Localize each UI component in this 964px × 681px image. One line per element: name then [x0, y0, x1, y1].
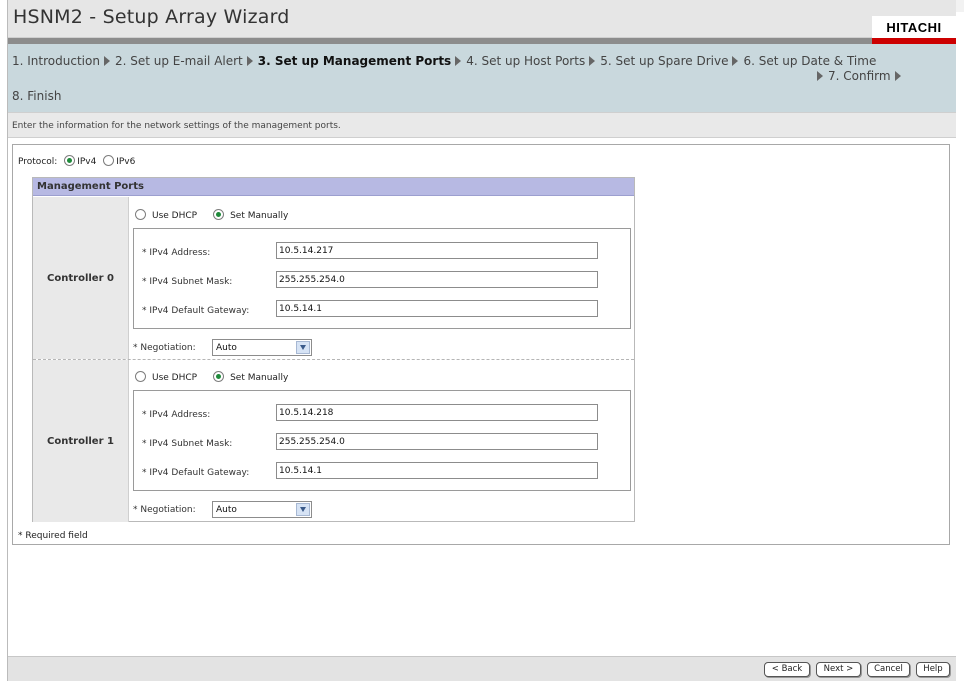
protocol-ipv6-label: IPv6: [116, 157, 136, 167]
chevron-down-icon[interactable]: [296, 503, 310, 516]
controller-1-subnet-label: * IPv4 Subnet Mask:: [142, 439, 233, 449]
content-panel: Protocol: IPv4 IPv6 Management Ports Con…: [12, 144, 950, 545]
controller-0-manual-radio[interactable]: [213, 209, 225, 220]
controller-0-label: Controller 0: [33, 197, 129, 359]
management-ports-header: Management Ports: [33, 178, 634, 196]
wizard-window: HSNM2 - Setup Array Wizard HITACHI 1. In…: [8, 0, 964, 681]
step-arrow-icon: [455, 56, 462, 66]
controller-0-gateway-input[interactable]: 10.5.14.1: [276, 300, 598, 317]
controller-1-manual-radio[interactable]: [213, 371, 225, 382]
controller-0-address-input[interactable]: 10.5.14.217: [276, 242, 598, 259]
controller-1-subnet-input[interactable]: 255.255.254.0: [276, 433, 598, 450]
step-management-ports: 3. Set up Management Ports: [257, 54, 452, 68]
controller-1-negotiation-label: * Negotiation:: [133, 505, 196, 515]
controller-0-mode-row: Use DHCP Set Manually: [135, 209, 288, 221]
chevron-down-icon[interactable]: [296, 341, 310, 354]
title-bar: HSNM2 - Setup Array Wizard: [8, 0, 956, 38]
controller-0-negotiation-select[interactable]: Auto: [212, 339, 312, 356]
controller-1-ip-box: * IPv4 Address: 10.5.14.218 * IPv4 Subne…: [133, 390, 631, 491]
required-field-note: * Required field: [18, 531, 88, 541]
steps-line-1b: 7. Confirm: [813, 69, 906, 83]
steps-line-2: 8. Finish: [12, 89, 61, 103]
instruction-text: Enter the information for the network se…: [8, 112, 956, 138]
wizard-steps: 1. Introduction 2. Set up E-mail Alert 3. …: [8, 44, 956, 112]
controller-0-address-label: * IPv4 Address:: [142, 248, 211, 258]
controller-0-negotiation-value: Auto: [216, 343, 237, 353]
window-title: HSNM2 - Setup Array Wizard: [13, 6, 290, 28]
step-date-time: 6. Set up Date & Time: [743, 54, 877, 68]
step-arrow-icon: [732, 56, 739, 66]
protocol-row: Protocol: IPv4 IPv6: [18, 155, 135, 167]
controller-0-subnet-label: * IPv4 Subnet Mask:: [142, 277, 233, 287]
step-confirm: 7. Confirm: [828, 69, 891, 83]
protocol-ipv4-label: IPv4: [77, 157, 97, 167]
controller-1-negotiation-value: Auto: [216, 505, 237, 515]
step-arrow-icon: [103, 56, 110, 66]
next-button[interactable]: Next >: [816, 662, 861, 677]
step-spare-drive: 5. Set up Spare Drive: [600, 54, 729, 68]
controller-1-negotiation-select[interactable]: Auto: [212, 501, 312, 518]
step-email-alert: 2. Set up E-mail Alert: [114, 54, 243, 68]
step-arrow-icon: [817, 71, 823, 81]
controller-1-gateway-label: * IPv4 Default Gateway:: [142, 468, 250, 478]
controller-0-negotiation-label: * Negotiation:: [133, 343, 196, 353]
protocol-ipv6-radio[interactable]: [103, 155, 115, 166]
step-arrow-icon: [894, 71, 901, 81]
controller-1-dhcp-radio[interactable]: [135, 371, 146, 382]
cancel-button[interactable]: Cancel: [867, 662, 910, 677]
button-bar: < Back Next > Cancel Help: [8, 656, 956, 681]
controller-1-label: Controller 1: [33, 360, 129, 522]
steps-line-1: 1. Introduction 2. Set up E-mail Alert 3. …: [12, 54, 876, 68]
controller-1-address-input[interactable]: 10.5.14.218: [276, 404, 598, 421]
step-arrow-icon: [246, 56, 253, 66]
controller-0-gateway-label: * IPv4 Default Gateway:: [142, 306, 250, 316]
controller-0-ip-box: * IPv4 Address: 10.5.14.217 * IPv4 Subne…: [133, 228, 631, 329]
management-ports-table: Management Ports Controller 0 Use DHCP Se…: [32, 177, 635, 522]
step-introduction: 1. Introduction: [12, 54, 100, 68]
protocol-label: Protocol:: [18, 157, 58, 167]
controller-0-subnet-input[interactable]: 255.255.254.0: [276, 271, 598, 288]
step-host-ports: 4. Set up Host Ports: [466, 54, 586, 68]
controller-0-dhcp-label: Use DHCP: [152, 211, 198, 221]
controller-1-mode-row: Use DHCP Set Manually: [135, 371, 288, 383]
protocol-ipv4-radio[interactable]: [64, 155, 76, 166]
controller-1-negotiation-row: * Negotiation: Auto: [133, 501, 312, 518]
controller-0-negotiation-row: * Negotiation: Auto: [133, 339, 312, 356]
controller-1-dhcp-label: Use DHCP: [152, 373, 198, 383]
back-button[interactable]: < Back: [764, 662, 810, 677]
step-finish: 8. Finish: [12, 89, 62, 103]
controller-1-manual-label: Set Manually: [230, 373, 289, 383]
controller-1-gateway-input[interactable]: 10.5.14.1: [276, 462, 598, 479]
hitachi-logo: HITACHI: [872, 16, 956, 38]
controller-0-dhcp-radio[interactable]: [135, 209, 146, 220]
controller-1-address-label: * IPv4 Address:: [142, 410, 211, 420]
controller-0-manual-label: Set Manually: [230, 211, 289, 221]
help-button[interactable]: Help: [916, 662, 950, 677]
step-arrow-icon: [589, 56, 596, 66]
